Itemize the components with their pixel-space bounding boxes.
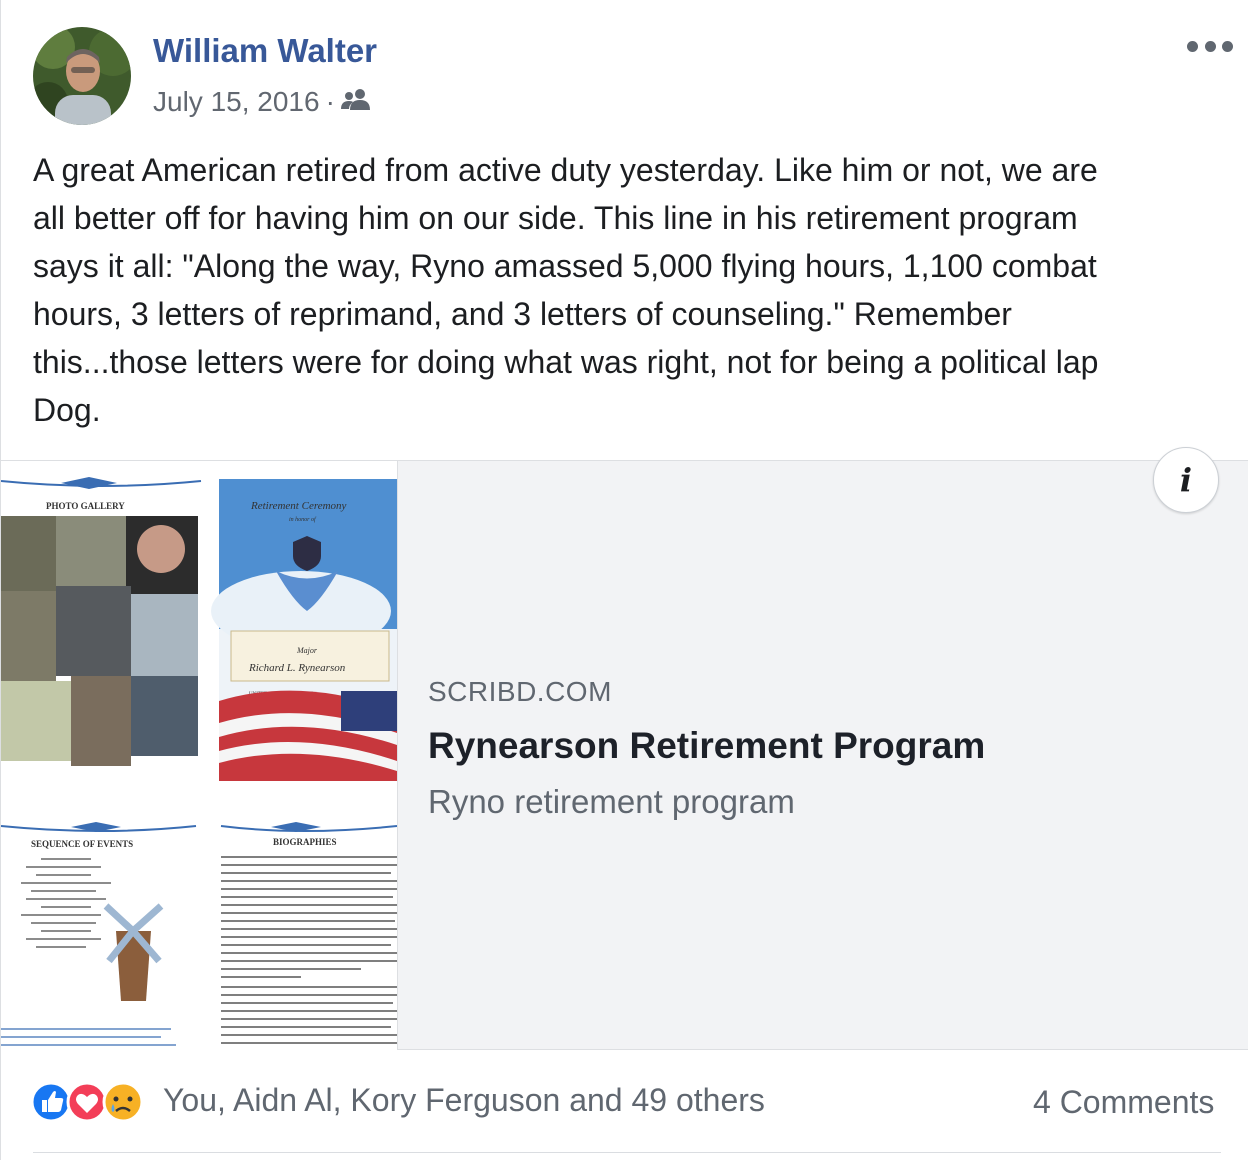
friends-icon[interactable] [340, 86, 371, 118]
photo-gallery-heading: PHOTO GALLERY [46, 501, 125, 511]
author-name[interactable]: William Walter [153, 32, 377, 70]
post-meta: July 15, 2016 · [153, 86, 371, 118]
honoree-rank: Major [296, 646, 318, 655]
info-glyph: i [1179, 461, 1193, 499]
more-options-icon[interactable] [1187, 38, 1233, 54]
footer-divider [33, 1152, 1221, 1153]
sad-icon [102, 1081, 144, 1123]
link-domain: SCRIBD.COM [428, 676, 612, 707]
reactions-summary[interactable]: You, Aidn Al, Kory Ferguson and 49 other… [163, 1082, 765, 1119]
comments-count[interactable]: 4 Comments [1033, 1084, 1214, 1121]
author-avatar[interactable] [33, 27, 131, 125]
link-thumbnail: PHOTO GALLERY Retirement Ceremony in hon… [1, 461, 398, 1050]
biographies-heading: BIOGRAPHIES [273, 837, 337, 847]
ceremony-title: Retirement Ceremony [250, 500, 347, 512]
post-timestamp[interactable]: July 15, 2016 [153, 86, 320, 118]
link-title[interactable]: Rynearson Retirement Program [428, 725, 985, 767]
love-icon [66, 1081, 108, 1123]
info-icon[interactable]: i [1153, 447, 1219, 513]
sequence-heading: SEQUENCE OF EVENTS [31, 839, 133, 849]
feed-post: William Walter July 15, 2016 · A great A… [0, 0, 1248, 1160]
ceremony-subtitle: in honor of [289, 516, 317, 523]
like-icon [30, 1081, 72, 1123]
meta-separator: · [325, 86, 335, 117]
link-description: Ryno retirement program [428, 783, 795, 820]
reaction-icons[interactable] [30, 1080, 155, 1124]
honoree-name: Richard L. Rynearson [248, 662, 346, 674]
post-text: A great American retired from active dut… [33, 152, 1099, 428]
